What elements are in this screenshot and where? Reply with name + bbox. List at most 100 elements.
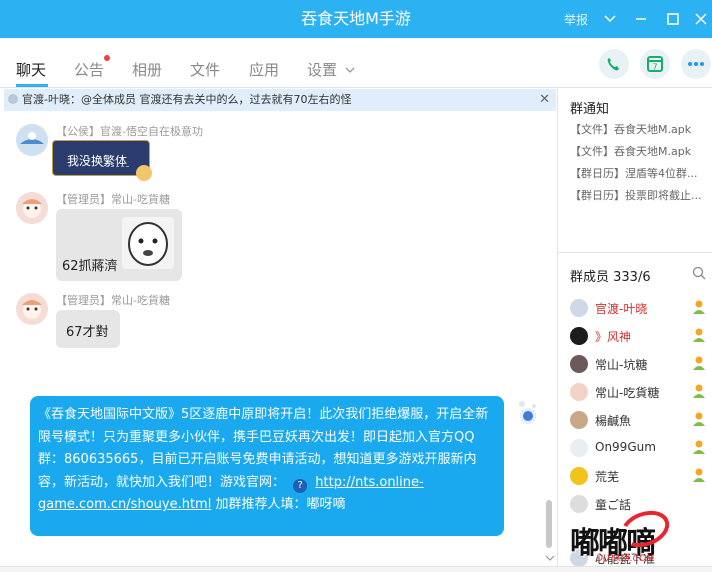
call-button[interactable] xyxy=(599,49,629,79)
admin-icon xyxy=(693,412,705,426)
settings-chevron-icon[interactable] xyxy=(344,64,356,78)
member-name: 常山-吃貨糖 xyxy=(595,386,660,400)
notice-separator: ： xyxy=(69,93,81,106)
outgoing-line: game.com.cn/shouye.html 加群推荐人填：嘟呀嘀 xyxy=(38,494,496,517)
outgoing-line: 《吞食天地国际中文版》5区逐鹿中原即将开启！此次我们拒绝爆服，开启全新 xyxy=(38,407,489,422)
notice-item[interactable]: 【群日历】投票即将截止... xyxy=(570,187,702,203)
member-name: 》风神 xyxy=(595,330,632,344)
tab-settings[interactable]: 设置 xyxy=(307,59,337,80)
group-notice-title: 群通知 xyxy=(570,102,610,117)
tab-files[interactable]: 文件 xyxy=(190,59,220,80)
calendar-button[interactable]: 7 xyxy=(640,49,670,79)
minimize-button[interactable] xyxy=(632,10,650,28)
self-avatar[interactable] xyxy=(514,398,542,426)
tab-apps[interactable]: 应用 xyxy=(249,59,279,80)
member-name: On99Gum xyxy=(595,440,656,454)
close-button[interactable] xyxy=(692,10,710,28)
message-sender: 【公侯】官渡-悟空自在极意功 xyxy=(56,123,203,139)
owner-icon xyxy=(693,300,705,314)
scroll-down-icon[interactable] xyxy=(545,551,555,565)
member-search-icon[interactable] xyxy=(692,266,706,283)
avatar[interactable] xyxy=(16,293,48,325)
member-name: 荒芜 xyxy=(595,470,620,484)
chat-scrollbar[interactable] xyxy=(546,500,552,548)
message-bubble[interactable]: 67才對 xyxy=(56,310,120,348)
outgoing-line: 限号模式！只为重聚更多小伙伴，携手巴豆妖再次出发！即日起加入官方QQ xyxy=(38,429,475,445)
admin-icon xyxy=(693,440,705,454)
calendar-icon: 7 xyxy=(647,56,663,72)
input-area-edge xyxy=(0,566,712,572)
tab-chat[interactable]: 聊天 xyxy=(16,59,46,80)
notice-avatar-icon xyxy=(8,94,18,104)
message-name: 常山-吃貨糖 xyxy=(111,294,170,307)
member-name: 童ご話 xyxy=(595,498,632,512)
website-link[interactable]: http://nts.online- xyxy=(315,475,423,490)
notice-item[interactable]: 【群日历】涅盾等4位群... xyxy=(570,165,698,181)
member-name: 楊鹹魚 xyxy=(595,414,632,428)
member-avatar xyxy=(570,411,588,429)
message-name: 官渡-悟空自在极意功 xyxy=(100,125,203,138)
more-button[interactable] xyxy=(681,49,711,79)
menu-chevron-icon[interactable] xyxy=(601,10,619,28)
more-icon xyxy=(688,62,704,66)
message-bubble[interactable]: 62抓蔣濟 xyxy=(56,209,182,281)
outgoing-text: 容，新活动，就快加入我们吧！游戏官网： xyxy=(38,474,286,490)
pinned-notice-bar[interactable]: 官渡-叶晓：@全体成员 官渡还有去关中的么，过去就有70左右的怪 ✕ xyxy=(4,89,556,111)
member-avatar xyxy=(570,439,588,457)
tab-announcement[interactable]: 公告 xyxy=(74,59,104,80)
member-avatar xyxy=(570,495,588,513)
close-icon[interactable]: ✕ xyxy=(539,89,550,111)
admin-icon xyxy=(693,356,705,370)
outgoing-text: 加群推荐人填：嘟呀嘀 xyxy=(211,497,346,512)
watermark-subtext: DUTADI.COM xyxy=(596,554,654,564)
avatar[interactable] xyxy=(16,192,48,224)
admin-icon xyxy=(693,328,705,342)
member-avatar xyxy=(570,299,588,317)
member-row[interactable]: 常山-坑糖 xyxy=(570,354,710,374)
notice-text: @全体成员 官渡还有去关中的么，过去就有70左右的怪 xyxy=(80,93,352,106)
message-sender: 【管理员】常山-吃貨糖 xyxy=(56,191,170,207)
message-sender: 【管理员】常山-吃貨糖 xyxy=(56,292,170,308)
tab-bar: 聊天 公告 相册 文件 应用 设置 7 xyxy=(0,38,712,88)
group-notice-panel: 群通知 【文件】吞食天地M.apk 【文件】吞食天地M.apk 【群日历】涅盾等… xyxy=(558,98,712,248)
member-row[interactable]: 官渡-叶晓 xyxy=(570,298,710,318)
member-row[interactable]: 童ご話 xyxy=(570,494,710,514)
members-title: 群成员 333/6 xyxy=(570,270,651,285)
member-name: 常山-坑糖 xyxy=(595,358,648,372)
bubble-mascot-icon xyxy=(136,165,152,181)
notice-sender: 官渡-叶晓 xyxy=(22,93,70,106)
phone-icon xyxy=(607,58,619,71)
report-button[interactable]: 举报 xyxy=(564,11,588,28)
message-name: 常山-吃貨糖 xyxy=(111,193,170,206)
maximize-button[interactable] xyxy=(664,10,682,28)
site-watermark-logo: 嘟嘟嘀 DUTADI.COM xyxy=(566,504,712,568)
outgoing-line: 群：860635665，目前已开启账号免费申请活动，想知道更多游戏开服新内 xyxy=(38,452,477,467)
admin-icon xyxy=(693,468,705,482)
member-row[interactable]: 荒芜 xyxy=(570,466,710,486)
message-role: 【公侯】 xyxy=(56,125,100,138)
member-avatar xyxy=(570,355,588,373)
member-avatar xyxy=(570,327,588,345)
active-tab-indicator xyxy=(16,84,48,87)
message-role: 【管理员】 xyxy=(56,193,111,206)
tab-album[interactable]: 相册 xyxy=(132,59,162,80)
member-avatar xyxy=(570,467,588,485)
calendar-day: 7 xyxy=(652,63,657,72)
admin-icon xyxy=(693,384,705,398)
member-row[interactable]: 》风神 xyxy=(570,326,710,346)
member-row[interactable]: On99Gum xyxy=(570,438,710,458)
outgoing-line: 容，新活动，就快加入我们吧！游戏官网： ? http://nts.online- xyxy=(38,472,496,495)
avatar[interactable] xyxy=(16,124,48,156)
help-icon: ? xyxy=(293,478,308,493)
sidebar-separator xyxy=(558,252,712,253)
notice-item[interactable]: 【文件】吞食天地M.apk xyxy=(570,143,691,159)
outgoing-message-bubble[interactable]: 《吞食天地国际中文版》5区逐鹿中原即将开启！此次我们拒绝爆服，开启全新 限号模式… xyxy=(30,396,504,536)
message-role: 【管理员】 xyxy=(56,294,111,307)
member-row[interactable]: 常山-吃貨糖 xyxy=(570,382,710,402)
member-row[interactable]: 楊鹹魚 xyxy=(570,410,710,430)
message-text: 62抓蔣濟 xyxy=(62,259,118,274)
notice-item[interactable]: 【文件】吞食天地M.apk xyxy=(570,121,691,137)
title-bar: 吞食天地M手游 举报 xyxy=(0,0,712,38)
meme-sticker-image xyxy=(122,217,174,269)
website-link-cont[interactable]: game.com.cn/shouye.html xyxy=(38,497,211,512)
